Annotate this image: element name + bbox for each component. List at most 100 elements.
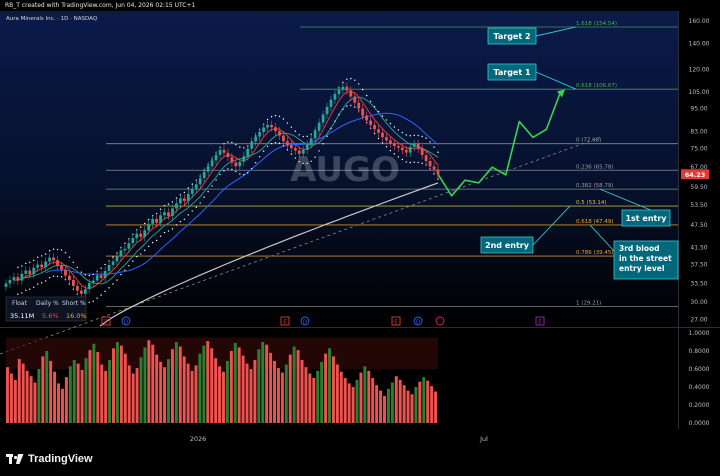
- fib-label: 1 (29.21): [576, 300, 601, 306]
- band-dot-lower: [342, 108, 344, 110]
- band-dot-lower: [147, 245, 150, 248]
- candle-body: [436, 169, 440, 175]
- band-dot-lower: [318, 150, 320, 152]
- oscillator-bar: [112, 348, 115, 423]
- band-dot-upper: [44, 253, 47, 255]
- oscillator-bar: [21, 363, 25, 423]
- oscillator-bar: [430, 386, 434, 423]
- band-dot-lower: [96, 297, 98, 299]
- oscillator-bar: [194, 365, 198, 423]
- marker-label: E: [104, 320, 108, 326]
- band-dot-upper: [278, 115, 281, 118]
- fib-label: 0.618 (106.67): [576, 83, 617, 89]
- oscillator-bar: [64, 377, 68, 423]
- band-dot-upper: [227, 141, 229, 143]
- band-dot-lower: [37, 283, 39, 285]
- candle-body: [16, 277, 20, 281]
- band-dot-upper: [223, 143, 225, 145]
- oscillator-bar: [280, 372, 284, 423]
- price-tick: 53.50: [690, 202, 707, 209]
- oscillator-bar: [25, 370, 29, 423]
- candle-body: [68, 275, 71, 281]
- band-dot-upper: [306, 135, 308, 138]
- band-dot-upper: [437, 151, 439, 153]
- band-dot-lower: [243, 174, 245, 176]
- candle-body: [230, 156, 234, 163]
- candle-body: [408, 146, 412, 153]
- oscillator-bar: [241, 355, 245, 423]
- candle-body: [103, 270, 107, 279]
- band-dot-lower: [239, 173, 241, 175]
- chart-canvas[interactable]: 1.618 (154.54) 0.618 (106.67) 0 (77.08) 0.2…: [0, 11, 720, 446]
- band-dot-upper: [302, 135, 304, 138]
- oscillator-bar: [245, 363, 249, 423]
- oscillator-bar: [127, 365, 131, 423]
- oscillator-bar: [383, 396, 386, 423]
- candle-body: [147, 223, 151, 231]
- oscillator-bar: [398, 379, 402, 423]
- oscillator-bar: [386, 388, 390, 423]
- band-dot-upper: [365, 94, 368, 97]
- candle-body: [71, 280, 75, 287]
- band-dot-lower: [112, 283, 114, 285]
- candle-body: [246, 148, 250, 157]
- chart-frame[interactable]: 1.618 (154.54) 0.618 (106.67) 0 (77.08) 0.2…: [0, 11, 720, 446]
- band-dot-upper: [377, 110, 380, 113]
- band-dot-upper: [88, 274, 90, 277]
- candle-body: [428, 161, 432, 167]
- band-dot-upper: [266, 118, 269, 121]
- candle-body: [218, 149, 222, 155]
- band-dot-lower: [385, 146, 388, 148]
- candle-body: [278, 131, 281, 136]
- oscillator-bar: [182, 356, 186, 423]
- band-dot-lower: [294, 157, 297, 159]
- band-dot-upper: [290, 126, 293, 128]
- band-dot-upper: [163, 204, 166, 207]
- fib-label: 0.236 (65.78): [576, 164, 614, 170]
- band-dot-upper: [25, 262, 27, 265]
- candle-body: [353, 96, 357, 103]
- band-dot-upper: [175, 197, 178, 199]
- band-dot-upper: [393, 126, 396, 128]
- band-dot-lower: [270, 142, 273, 145]
- oscillator-bar: [206, 341, 210, 423]
- band-dot-upper: [294, 130, 297, 132]
- oscillator-bar: [229, 351, 233, 423]
- band-dot-lower: [199, 202, 201, 204]
- band-dot-upper: [270, 116, 273, 118]
- oscillator-bar: [426, 380, 430, 423]
- band-dot-upper: [68, 256, 71, 258]
- oscillator-bar: [273, 360, 276, 423]
- oscillator-bar: [308, 373, 312, 423]
- candle-body: [210, 160, 214, 167]
- band-dot-lower: [187, 214, 190, 216]
- band-dot-lower: [302, 162, 304, 165]
- oscillator-bar: [80, 369, 84, 423]
- price-tick: 105.00: [689, 89, 710, 96]
- fib-label: 0.618 (47.49): [576, 219, 614, 225]
- price-tick: 33.50: [690, 280, 707, 287]
- price-tick: 27.00: [690, 317, 707, 324]
- band-dot-upper: [64, 252, 67, 254]
- tradingview-logo[interactable]: TradingView: [6, 453, 93, 465]
- stats-header-float: Float: [12, 300, 27, 307]
- band-dot-lower: [298, 160, 300, 163]
- band-dot-lower: [254, 162, 257, 164]
- oscillator-bar: [170, 349, 174, 423]
- band-dot-lower: [290, 153, 293, 155]
- candle-body: [95, 275, 99, 281]
- oscillator-bar: [379, 390, 383, 423]
- oscillator-bar: [186, 363, 190, 423]
- candle-body: [297, 150, 301, 154]
- band-dot-lower: [286, 149, 289, 151]
- candle-body: [202, 171, 206, 179]
- oscillator-tick: 1.0000: [689, 330, 710, 337]
- band-dot-upper: [405, 134, 407, 136]
- stats-header-short: Short %: [62, 300, 86, 307]
- price-tick: 120.00: [689, 66, 710, 73]
- candle-body: [206, 166, 210, 172]
- oscillator-bar: [53, 371, 57, 423]
- oscillator-bar: [147, 340, 151, 423]
- candle-body: [135, 233, 139, 239]
- band-dot-upper: [37, 256, 39, 258]
